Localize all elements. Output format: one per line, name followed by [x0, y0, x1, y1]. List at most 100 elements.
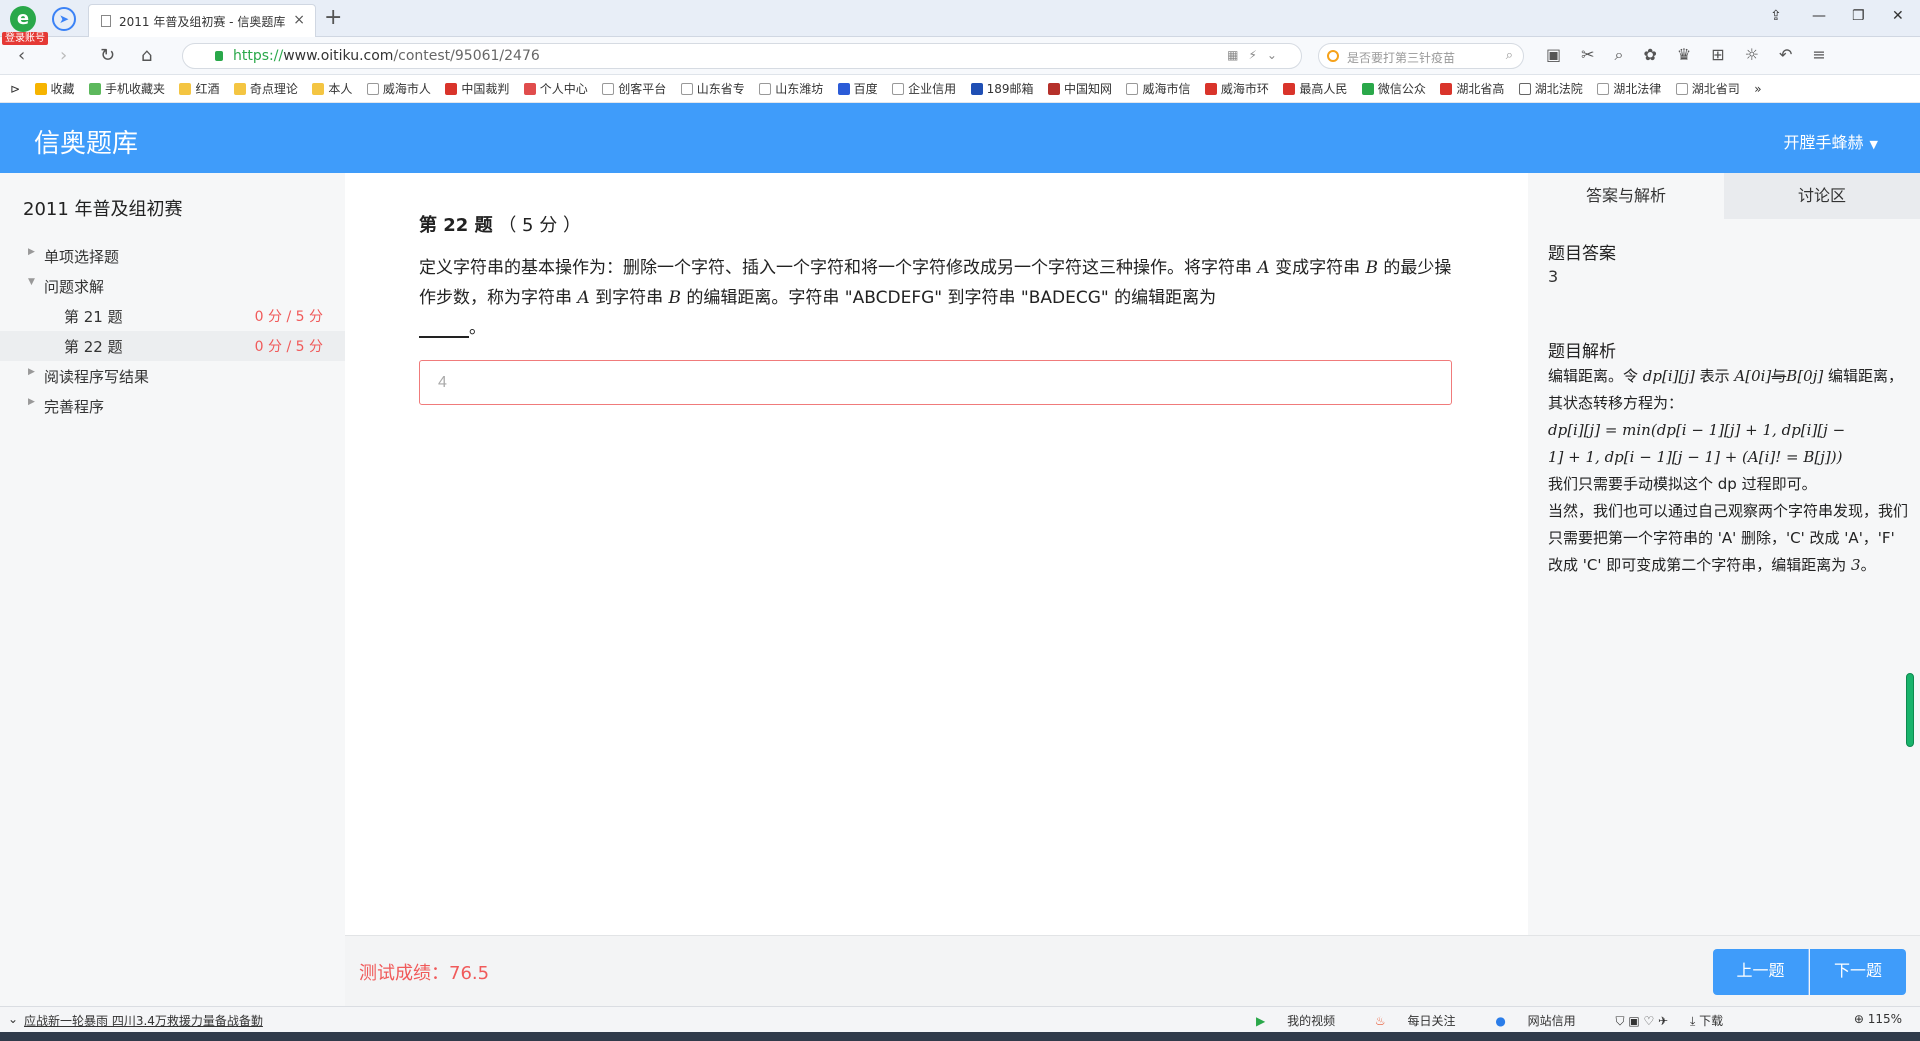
variable-a: A [577, 288, 590, 308]
answer-panel: 答案与解析 讨论区 题目答案 3 题目解析 编辑距离。令 dp[i][j] 表示… [1528, 173, 1920, 935]
page-icon [1126, 83, 1139, 95]
page-icon [366, 83, 379, 95]
scroll-indicator[interactable] [1906, 673, 1914, 747]
tree-child-q21[interactable]: 第 21 题 0 分 / 5 分 [0, 301, 345, 331]
pin-icon[interactable]: ⇪ [1770, 8, 1782, 24]
user-menu[interactable]: 开膛手蜂赫 ▼ [1784, 129, 1878, 153]
new-tab-button[interactable]: + [324, 5, 342, 30]
tree-item-reading[interactable]: ▶ 阅读程序写结果 [0, 361, 345, 391]
bookmark-item[interactable]: 湖北省司 [1675, 75, 1740, 102]
daily-link[interactable]: ♨ 每日关注 [1375, 1014, 1474, 1028]
answer-value: 3 [1548, 267, 1559, 286]
folder-icon [312, 83, 325, 95]
download-link[interactable]: ⤓ 下载 [1690, 1014, 1741, 1028]
reload-icon[interactable]: ↻ [100, 45, 115, 66]
browser-logo-icon[interactable]: e [10, 6, 36, 32]
tab-answer-analysis[interactable]: 答案与解析 [1528, 173, 1724, 219]
bookmark-item[interactable]: 山东省专 [680, 75, 745, 102]
status-items: ▶ 我的视频 ♨ 每日关注 ● 网站信用 ⛉ ▣ ♡ ✈ ⤓ 下载 [1256, 1012, 1759, 1029]
news-ticker[interactable]: 应战新一轮暴雨 四川3.4万救援力量备战备勤 [24, 1012, 263, 1029]
answer-input[interactable] [419, 360, 1452, 405]
variable-b: B [668, 288, 682, 308]
tab-close-icon[interactable]: × [293, 12, 305, 28]
bookmark-item[interactable]: 湖北法律 [1597, 75, 1661, 102]
toolbar-icons[interactable]: ▣✂⌕✿♛⊞☼↶≡ [1546, 45, 1846, 65]
variable-a: A [1257, 258, 1270, 278]
sidebar-toggle-icon[interactable]: ⊳ [10, 75, 20, 102]
tree-item-problem-solving[interactable]: ▼ 问题求解 [0, 271, 345, 301]
search-engine-icon [1327, 50, 1339, 62]
bookmark-item[interactable]: 威海市人 [366, 75, 431, 102]
my-video-link[interactable]: ▶ 我的视频 [1256, 1014, 1353, 1028]
bookmark-item[interactable]: 个人中心 [523, 75, 588, 102]
expand-arrow-icon: ▶ [28, 247, 35, 257]
page-icon [759, 83, 772, 95]
emblem-icon [1204, 83, 1217, 95]
question-points: （ 5 分 ） [498, 215, 581, 236]
page-icon [1597, 83, 1610, 95]
bookmark-item[interactable]: 收藏 [34, 75, 75, 102]
tree-item-label: 完善程序 [44, 398, 105, 416]
video-icon: ▶ [1256, 1014, 1266, 1028]
tree-item-label: 单项选择题 [44, 248, 120, 266]
navigate-icon[interactable]: ➤ [52, 7, 76, 31]
browser-tab[interactable]: 2011 年普及组初赛 - 信奥题库 × [88, 4, 316, 37]
variable-b: B [1365, 258, 1379, 278]
restore-icon[interactable]: ❐ [1852, 8, 1865, 24]
tree-item-single-choice[interactable]: ▶ 单项选择题 [0, 241, 345, 271]
bookmark-item[interactable]: 189邮箱 [970, 75, 1034, 102]
page-icon [602, 83, 615, 95]
page-icon [1675, 83, 1688, 95]
cnki-icon [1047, 83, 1060, 95]
bookmark-item[interactable]: 微信公众 [1361, 75, 1426, 102]
tab-discussion[interactable]: 讨论区 [1724, 173, 1920, 219]
forward-icon[interactable]: › [60, 45, 67, 66]
question-tree: ▶ 单项选择题 ▼ 问题求解 第 21 题 0 分 / 5 分 第 22 题 0… [0, 241, 345, 421]
address-actions-icon[interactable]: ▦⚡⌄ [1227, 48, 1287, 62]
bookmark-item[interactable]: 中国知网 [1047, 75, 1112, 102]
close-window-icon[interactable]: ✕ [1892, 8, 1904, 24]
search-placeholder: 是否要打第三针疫苗 [1347, 51, 1456, 65]
lock-icon [215, 51, 223, 61]
phone-icon [88, 83, 101, 95]
search-icon[interactable]: ⌕ [1506, 48, 1513, 63]
minimize-icon[interactable]: — [1812, 8, 1826, 24]
status-icons[interactable]: ⛉ ▣ ♡ ✈ [1616, 1014, 1669, 1028]
home-icon[interactable]: ⌂ [141, 45, 152, 66]
bookmark-item[interactable]: 手机收藏夹 [88, 75, 165, 102]
login-badge[interactable]: 登录账号 [2, 32, 48, 45]
address-field[interactable]: https://www.oitiku.com/contest/95061/247… [182, 43, 1302, 69]
bookmark-item[interactable]: 湖北省高 [1440, 75, 1504, 102]
question-number: 第 22 题 [419, 215, 493, 236]
wechat-icon [1361, 83, 1374, 95]
question-score: 0 分 / 5 分 [254, 309, 323, 325]
prev-question-button[interactable]: 上一题 [1713, 949, 1809, 995]
expand-icon[interactable]: ⌄ [8, 1012, 18, 1026]
bookmark-item[interactable]: 最高人民 [1283, 75, 1347, 102]
tree-item-complete[interactable]: ▶ 完善程序 [0, 391, 345, 421]
bookmark-item[interactable]: 威海市信 [1126, 75, 1190, 102]
bookmark-item[interactable]: 威海市环 [1204, 75, 1269, 102]
bookmark-item[interactable]: 本人 [312, 75, 352, 102]
search-field[interactable]: 是否要打第三针疫苗 ⌕ [1318, 43, 1524, 69]
site-title[interactable]: 信奥题库 [34, 123, 138, 160]
tree-child-q22[interactable]: 第 22 题 0 分 / 5 分 [0, 331, 345, 361]
bookmark-item[interactable]: 红酒 [179, 75, 219, 102]
bookmark-item[interactable]: 山东潍坊 [759, 75, 823, 102]
url-text: https://www.oitiku.com/contest/95061/247… [233, 48, 540, 64]
site-trust-link[interactable]: ● 网站信用 [1495, 1014, 1593, 1028]
bookmark-item[interactable]: 百度 [837, 75, 878, 102]
bookmark-item[interactable]: 创客平台 [602, 75, 666, 102]
bookmarks-more[interactable]: » [1754, 75, 1761, 102]
bookmark-item[interactable]: 企业信用 [892, 75, 956, 102]
expand-arrow-icon: ▶ [28, 367, 35, 377]
bookmark-item[interactable]: 中国裁判 [445, 75, 509, 102]
folder-icon [233, 83, 246, 95]
test-score: 测试成绩：76.5 [359, 963, 490, 984]
bookmark-item[interactable]: 奇点理论 [233, 75, 298, 102]
zoom-level[interactable]: ⊕ 115% [1854, 1012, 1902, 1026]
back-icon[interactable]: ‹ [18, 45, 25, 66]
bookmark-item[interactable]: 湖北法院 [1518, 75, 1583, 102]
next-question-button[interactable]: 下一题 [1810, 949, 1906, 995]
panel-tabs: 答案与解析 讨论区 [1528, 173, 1920, 219]
